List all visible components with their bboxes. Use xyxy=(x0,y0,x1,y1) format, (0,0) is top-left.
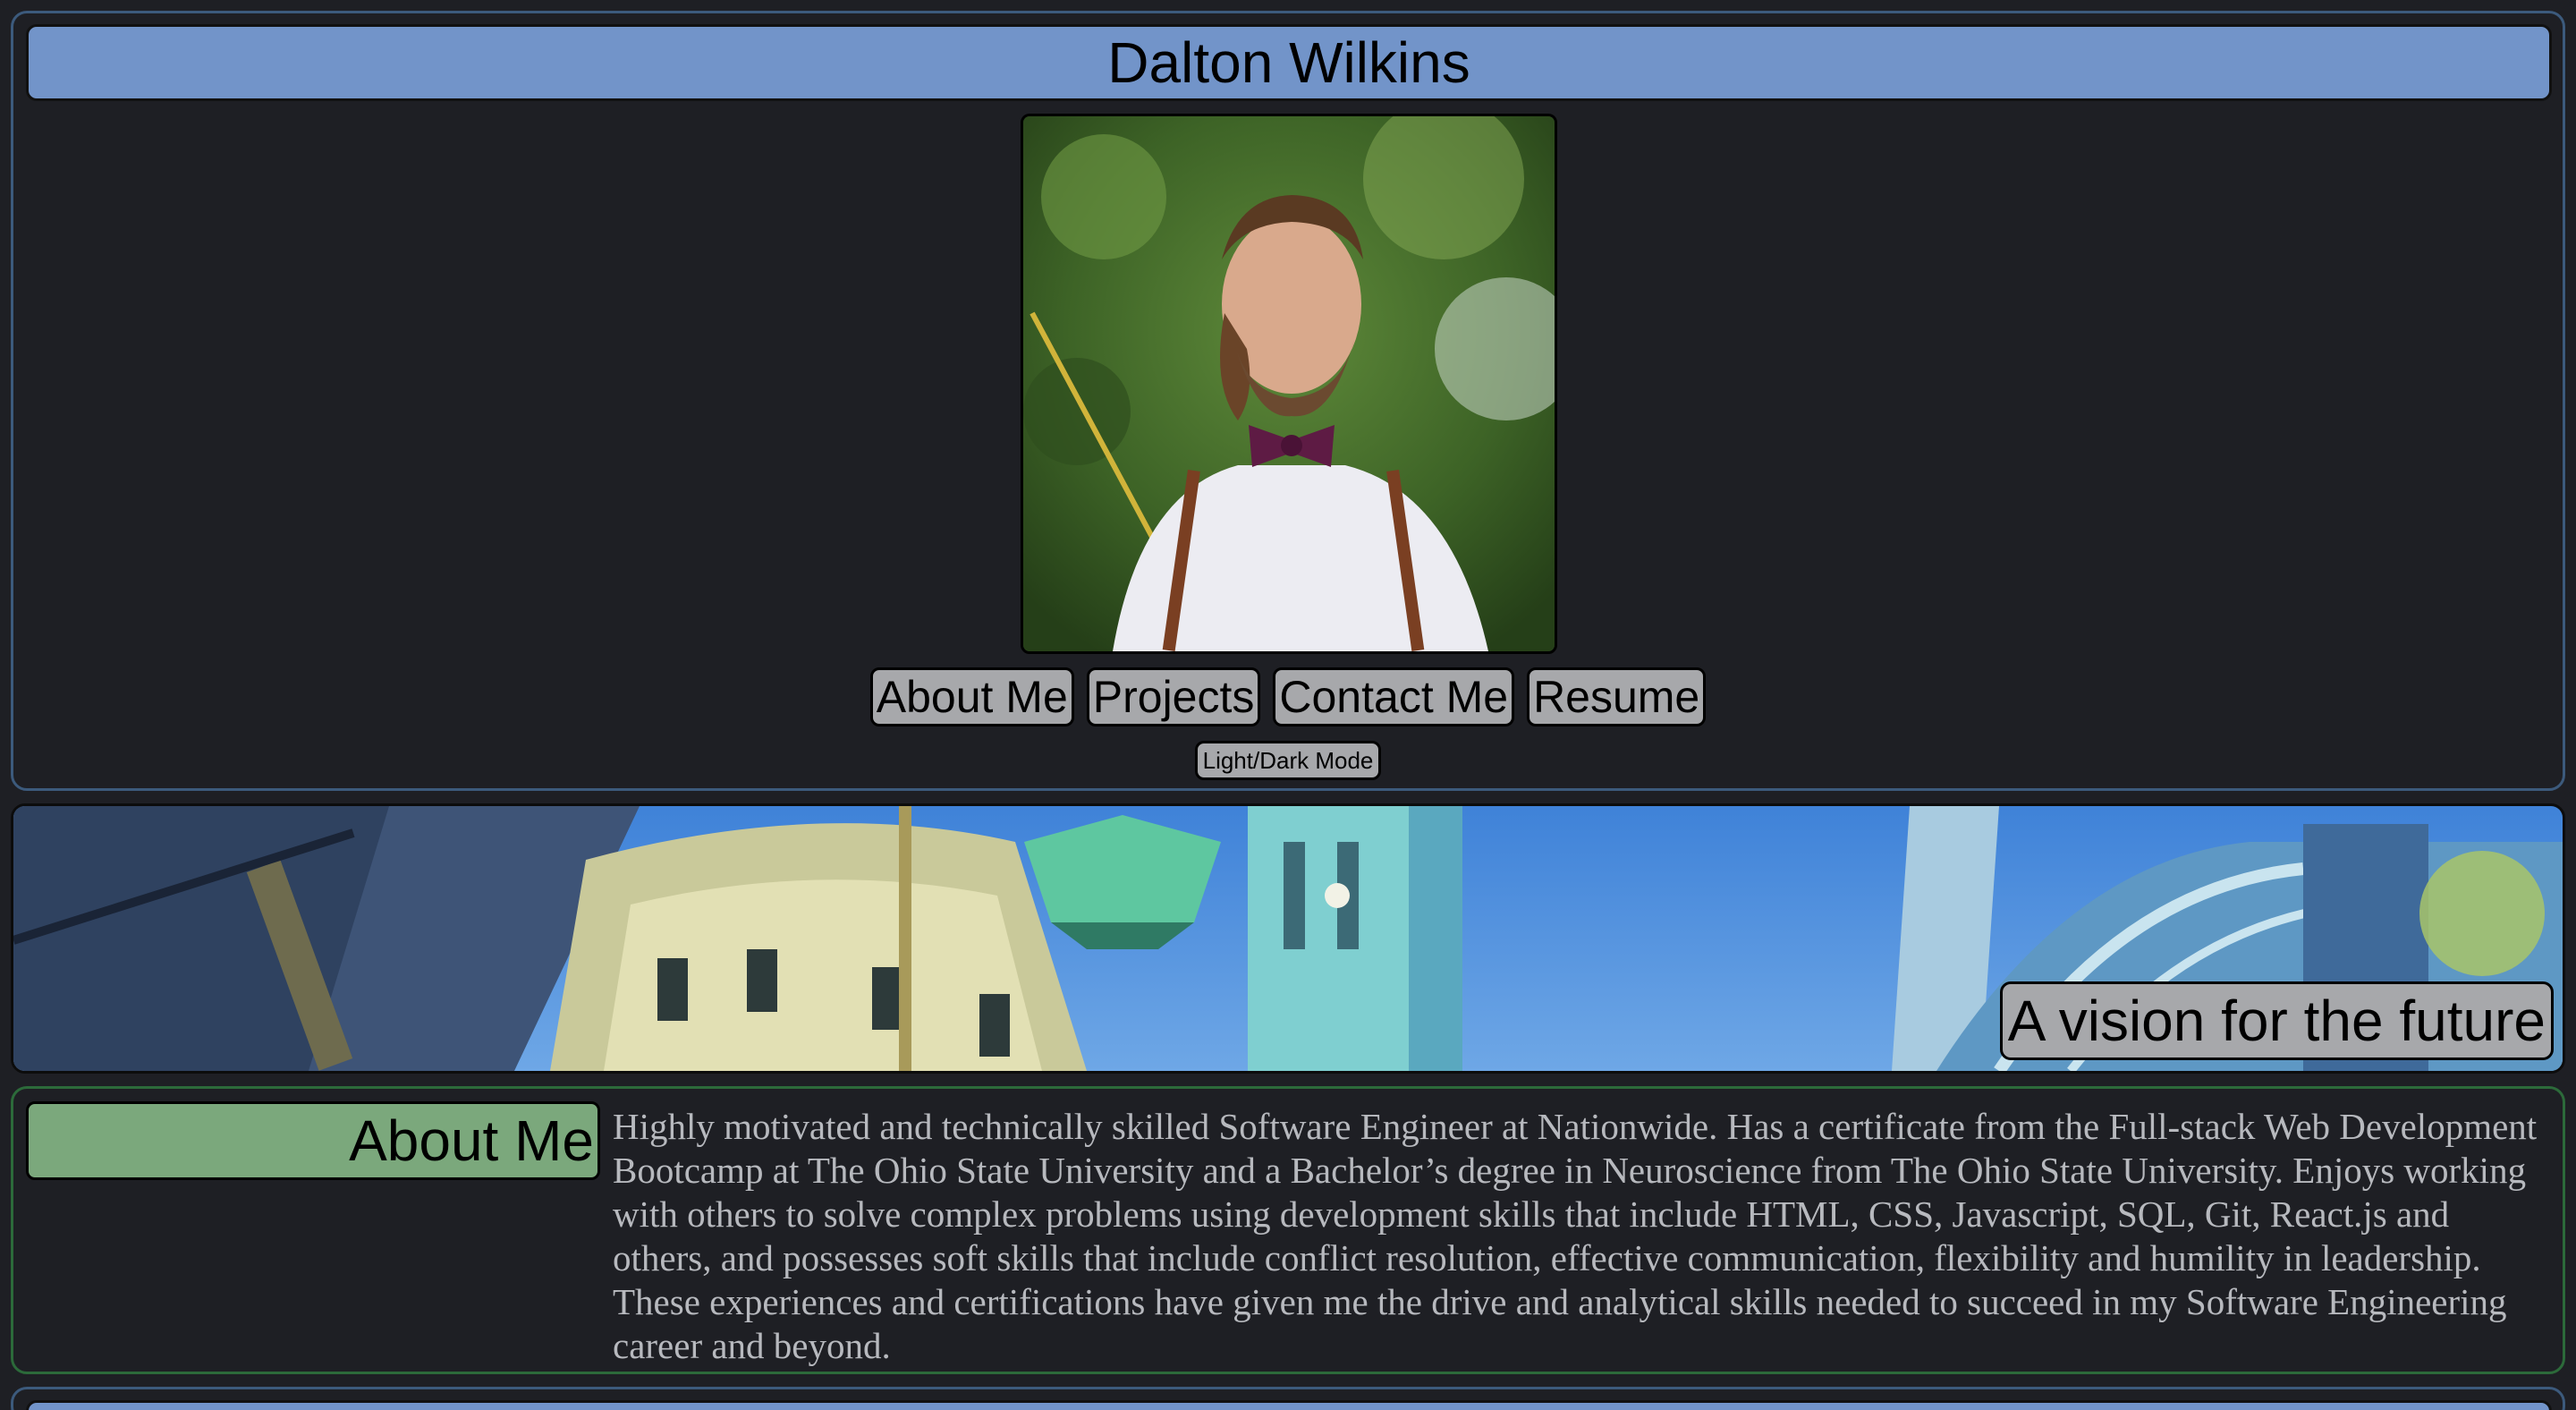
about-me-heading: About Me xyxy=(26,1101,600,1180)
main-nav: About Me Projects Contact Me Resume xyxy=(13,667,2563,726)
page-title: Dalton Wilkins xyxy=(1107,30,1470,95)
nav-projects-button[interactable]: Projects xyxy=(1086,667,1261,726)
banner-caption: A vision for the future xyxy=(1999,981,2554,1060)
light-dark-mode-button[interactable]: Light/Dark Mode xyxy=(1194,741,1382,780)
about-me-section: About Me Highly motivated and technicall… xyxy=(11,1086,2565,1374)
profile-photo xyxy=(1021,114,1557,654)
title-bar: Dalton Wilkins xyxy=(26,24,2552,101)
mode-toggle-row: Light/Dark Mode xyxy=(13,741,2563,780)
hero-banner: A vision for the future xyxy=(11,803,2565,1074)
portfolio-page: Dalton Wilkins About Me Projects Contact… xyxy=(0,0,2576,1410)
next-section xyxy=(11,1387,2565,1410)
nav-resume-button[interactable]: Resume xyxy=(1527,667,1707,726)
nav-contact-me-button[interactable]: Contact Me xyxy=(1273,667,1515,726)
header-section: Dalton Wilkins About Me Projects Contact… xyxy=(11,11,2565,791)
next-section-title-bar xyxy=(26,1400,2552,1410)
about-me-body: Highly motivated and technically skilled… xyxy=(613,1106,2538,1366)
nav-about-me-button[interactable]: About Me xyxy=(869,667,1074,726)
